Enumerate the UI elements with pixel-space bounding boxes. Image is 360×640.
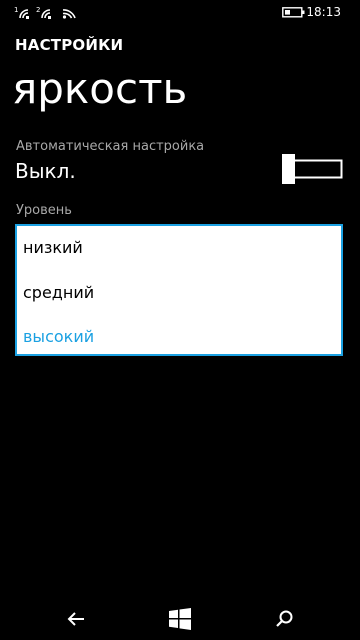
search-button[interactable]	[254, 598, 314, 640]
status-time: 18:13	[306, 5, 341, 19]
auto-setting-label: Автоматическая настройка	[16, 139, 205, 154]
start-button[interactable]	[150, 598, 210, 640]
level-picker[interactable]: низкий средний высокий	[15, 224, 343, 356]
sim2-signal-icon: 2	[36, 6, 51, 19]
level-option-high[interactable]: высокий	[23, 327, 94, 346]
status-bar: 1 2 18:13	[0, 0, 360, 24]
level-label: Уровень	[16, 203, 72, 218]
battery-icon	[282, 7, 305, 18]
windows-start-icon	[169, 608, 191, 630]
back-icon	[67, 612, 84, 626]
search-icon	[276, 610, 293, 627]
navigation-bar	[0, 598, 360, 640]
page-title: яркость	[12, 64, 188, 113]
wifi-icon	[62, 9, 76, 19]
toggle-knob	[282, 154, 295, 184]
level-option-medium[interactable]: средний	[23, 283, 94, 302]
back-button[interactable]	[46, 598, 106, 640]
sim2-label: 2	[36, 6, 40, 14]
sim1-signal-icon: 1	[14, 6, 29, 19]
auto-setting-value: Выкл.	[15, 159, 76, 183]
level-option-low[interactable]: низкий	[23, 238, 83, 257]
auto-setting-toggle[interactable]	[282, 154, 343, 184]
sim1-label: 1	[14, 6, 18, 14]
app-title: НАСТРОЙКИ	[15, 36, 124, 54]
